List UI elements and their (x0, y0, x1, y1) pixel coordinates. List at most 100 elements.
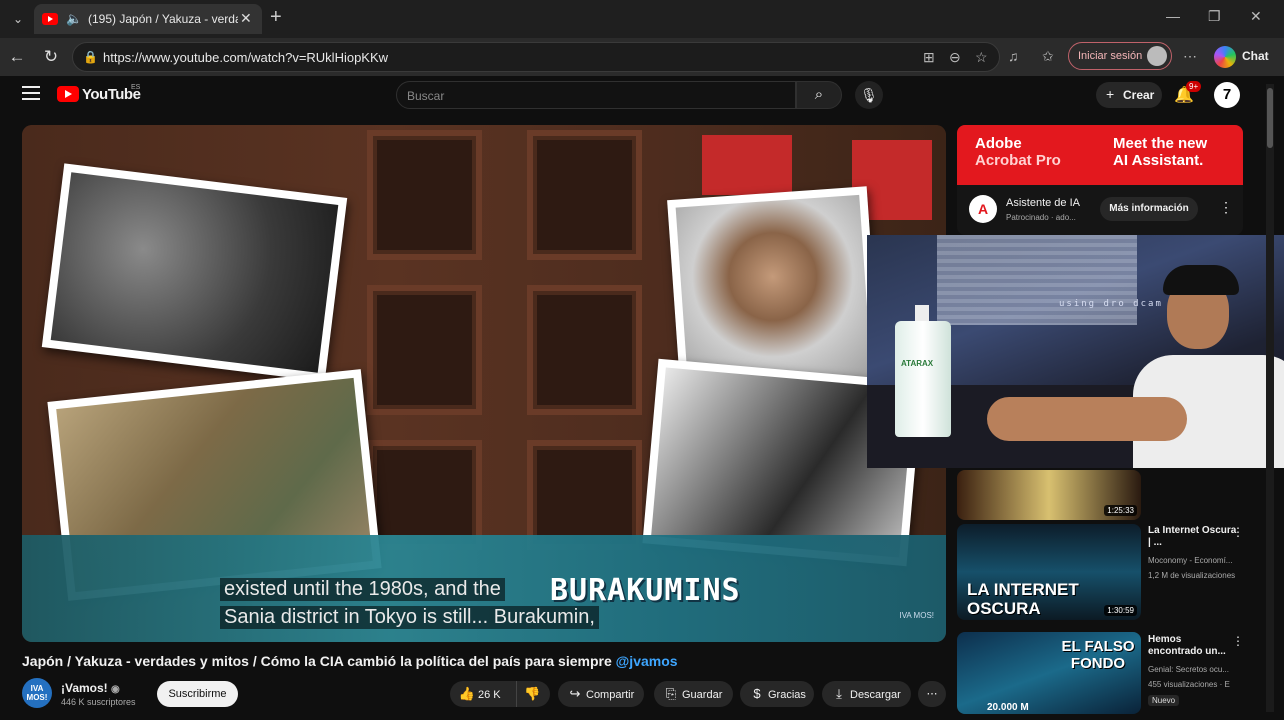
download-button[interactable]: ⤓ Descargar (822, 681, 911, 707)
reload-icon[interactable]: ↻ (40, 46, 62, 68)
rec-thumbnail[interactable]: 1:25:33 (957, 470, 1141, 520)
menu-icon[interactable] (22, 86, 40, 100)
like-icon[interactable]: 👍 (458, 681, 476, 707)
chat-label: Chat (1242, 49, 1269, 63)
save-button[interactable]: ⎘ Guardar (654, 681, 733, 707)
channel-watermark: IVA MOS! (899, 611, 934, 620)
rec-menu-icon[interactable]: ⋮ (1232, 634, 1244, 648)
sponsored-ad[interactable]: Adobe Acrobat Pro Meet the new AI Assist… (957, 125, 1243, 235)
chat-button[interactable]: Chat (1212, 44, 1278, 70)
channel-name[interactable]: ¡Vamos! ◉ (61, 681, 120, 695)
thanks-button[interactable]: $ Gracias (740, 681, 814, 707)
address-bar[interactable]: 🔒 https://www.youtube.com/watch?v=RUklHi… (72, 42, 1000, 72)
maximize-icon[interactable]: ❐ (1208, 8, 1221, 25)
ad-banner-right-line2: AI Assistant. (1113, 152, 1204, 169)
dislike-icon[interactable]: 👎 (524, 681, 540, 707)
like-count[interactable]: 26 K (478, 689, 501, 701)
country-code: ES (131, 84, 141, 91)
door-panel (527, 440, 642, 550)
signin-label: Iniciar sesión (1078, 50, 1143, 62)
window-blinds (937, 235, 1137, 325)
star-icon[interactable]: ☆ (975, 49, 988, 66)
app-icon[interactable]: ⊞ (923, 49, 935, 66)
share-label: Compartir (586, 689, 635, 701)
rec-thumb-text: LA INTERNET OSCURA (967, 580, 1079, 618)
more-icon[interactable]: ⋯ (1183, 48, 1197, 65)
search-placeholder: Buscar (407, 89, 445, 103)
rec-thumb-text: EL FALSO FONDO (1061, 638, 1135, 672)
rec-duration: 1:25:33 (1104, 505, 1137, 516)
back-icon[interactable]: ← (6, 46, 28, 68)
subtitle-line-1: existed until the 1980s, and the (220, 578, 505, 601)
create-label: Crear (1123, 88, 1155, 102)
favorites-icon[interactable]: ✩ (1042, 48, 1054, 65)
ad-more-info-button[interactable]: Más información (1100, 197, 1198, 221)
music-icon[interactable]: ♫ (1008, 48, 1019, 64)
profile-avatar (1147, 46, 1167, 66)
ad-title: Asistente de IA (1006, 197, 1080, 209)
rec-thumb-caption: 20.000 M (987, 702, 1029, 713)
rec-new-badge: Nuevo (1148, 695, 1180, 706)
video-title-text: Japón / Yakuza - verdades y mitos / Cómo… (22, 653, 612, 669)
bookmark-icon: ⎘ (665, 686, 677, 701)
speaker-icon[interactable]: 🔈 (66, 11, 82, 27)
red-sign (702, 135, 792, 195)
thanks-icon: $ (753, 686, 761, 701)
page-scrollbar[interactable] (1266, 84, 1274, 712)
copilot-icon (1214, 46, 1236, 68)
rec-duration: 1:30:59 (1104, 605, 1137, 616)
door-panel (367, 285, 482, 415)
channel-subscribers: 446 K suscriptores (61, 697, 136, 707)
share-button[interactable]: ↪ Compartir (558, 681, 644, 707)
zoom-icon[interactable]: ⊖ (949, 49, 961, 66)
youtube-header: YouTube ES Buscar ⌕ 🎙 + Crear 🔔 9+ 7 (0, 76, 1284, 118)
ad-sponsor: Patrocinado · ado... (1006, 213, 1076, 222)
ad-banner-left-line2: Acrobat Pro (975, 152, 1061, 169)
rec-menu-icon[interactable]: ⋮ (1232, 525, 1244, 539)
rec-channel[interactable]: Moconomy - Economí... (1148, 555, 1248, 566)
lock-icon[interactable]: 🔒 (83, 50, 98, 64)
plus-icon[interactable]: + (270, 6, 282, 29)
ad-banner-left-line1: Adobe (975, 135, 1022, 152)
thanks-label: Gracias (768, 689, 806, 701)
window-close-icon[interactable]: ✕ (1250, 8, 1262, 25)
ad-menu-icon[interactable]: ⋮ (1219, 199, 1233, 216)
rec-views: 1,2 M de visualizaciones (1148, 571, 1236, 580)
adobe-logo-icon: A (969, 195, 997, 223)
browser-nav-bar: ← ↻ 🔒 https://www.youtube.com/watch?v=RU… (0, 38, 1284, 76)
channel-name-text: ¡Vamos! (61, 681, 108, 695)
scrollbar-thumb[interactable] (1267, 88, 1273, 148)
youtube-logo-icon[interactable] (57, 86, 79, 102)
rec-thumbnail[interactable]: EL FALSO FONDO 20.000 M (957, 632, 1141, 714)
channel-avatar[interactable]: IVA MOS! (22, 678, 52, 708)
rec-channel[interactable]: Genial: Secretos ocu... (1148, 664, 1248, 675)
microphone-icon[interactable]: 🎙 (855, 81, 883, 109)
rec-thumbnail[interactable]: LA INTERNET OSCURA 1:30:59 (957, 524, 1141, 620)
verified-icon: ◉ (111, 684, 120, 695)
url-text: https://www.youtube.com/watch?v=RUklHiop… (103, 50, 389, 65)
door-panel (367, 440, 482, 550)
account-avatar[interactable]: 7 (1214, 82, 1240, 108)
like-dislike-group: 👍 26 K 👎 (450, 681, 550, 707)
close-tab-icon[interactable]: ✕ (240, 10, 252, 27)
more-actions-icon[interactable]: ⋯ (918, 681, 946, 707)
tab-list-icon[interactable]: ⌄ (6, 8, 30, 30)
browser-tab[interactable]: 🔈 (195) Japón / Yakuza - verdad ✕ (34, 4, 262, 34)
download-label: Descargar (850, 689, 901, 701)
streamer-arm (987, 397, 1187, 441)
plus-icon: + (1106, 86, 1115, 102)
door-panel (367, 130, 482, 260)
search-icon[interactable]: ⌕ (796, 81, 842, 109)
rec-title[interactable]: La Internet Oscura | ... (1148, 525, 1238, 549)
rec-title[interactable]: Hemos encontrado un... (1148, 634, 1238, 658)
create-button[interactable]: + Crear (1096, 82, 1162, 108)
webcam-overlay: using dro dcam pro ATARAX (867, 235, 1284, 468)
door-panel (527, 285, 642, 415)
signin-button[interactable]: Iniciar sesión (1068, 42, 1172, 70)
video-player[interactable]: existed until the 1980s, and the Sania d… (22, 125, 946, 642)
minimize-icon[interactable]: — (1166, 8, 1180, 24)
video-title-tag[interactable]: @jvamos (616, 653, 678, 669)
search-input[interactable]: Buscar (396, 81, 796, 109)
subscribe-button[interactable]: Suscribirme (157, 681, 238, 707)
photo-ainu-bw (41, 163, 348, 382)
